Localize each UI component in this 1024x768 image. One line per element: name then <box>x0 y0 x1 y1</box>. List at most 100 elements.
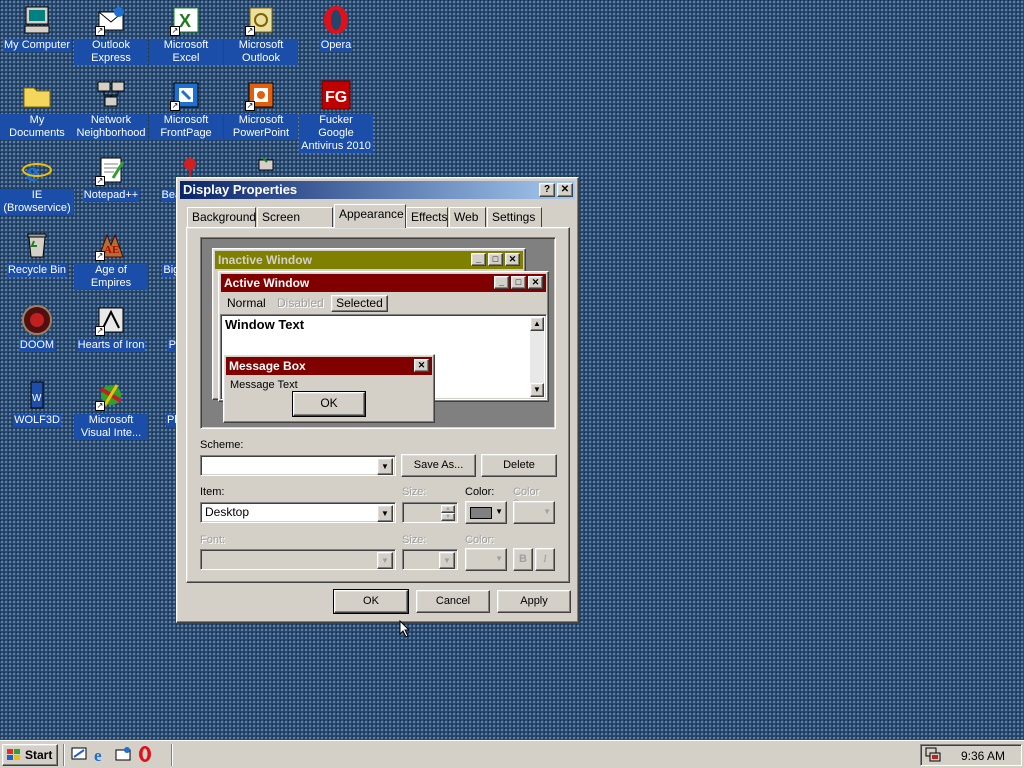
desktop-icon-outlook[interactable]: ↗ Microsoft Outlook <box>224 4 298 65</box>
tab-label: Web <box>454 210 479 224</box>
color-swatch <box>470 507 492 519</box>
close-button[interactable]: ✕ <box>557 183 573 197</box>
spin-down-icon: ▼ <box>441 513 455 521</box>
desktop-icon-network-neighborhood[interactable]: Network Neighborhood <box>74 79 148 140</box>
desktop-icon-visual-interdev[interactable]: ↗ Microsoft Visual Inte... <box>74 379 148 440</box>
hearts-of-iron-icon: ↗ <box>95 304 127 336</box>
taskbar-separator <box>63 744 65 766</box>
chevron-down-icon: ▼ <box>495 554 503 563</box>
icon-label: Microsoft Excel <box>149 39 223 65</box>
icon-label: Outlook Express <box>74 39 148 65</box>
help-icon: ? <box>543 184 551 195</box>
chevron-down-icon[interactable]: ▼ <box>377 458 393 475</box>
svg-text:AE: AE <box>104 244 119 256</box>
desktop-icon-powerpoint[interactable]: ↗ Microsoft PowerPoint <box>224 79 298 140</box>
desktop-icon-my-computer[interactable]: My Computer <box>0 4 74 52</box>
system-tray: 9:36 AM <box>920 744 1022 766</box>
internet-explorer-icon[interactable]: e <box>92 745 110 765</box>
chevron-down-icon[interactable]: ▼ <box>377 505 393 522</box>
icon-label: Network Neighborhood <box>74 114 148 140</box>
icon-label: My Documents <box>0 114 74 140</box>
save-as-button[interactable]: Save As... <box>401 454 476 477</box>
item-color-picker[interactable]: ▼ <box>465 501 507 524</box>
desktop-icon-notepadpp[interactable]: ↗ Notepad++ <box>74 154 148 202</box>
start-button[interactable]: Start <box>2 744 58 766</box>
chevron-down-icon: ▼ <box>495 507 503 516</box>
scheme-label: Scheme: <box>200 439 244 451</box>
svg-text:X: X <box>179 11 191 31</box>
close-icon: ✕ <box>528 276 543 289</box>
desktop-icon-recycle-bin[interactable]: Recycle Bin <box>0 229 74 277</box>
icon-label: Microsoft Visual Inte... <box>74 414 148 440</box>
chevron-down-icon: ▼ <box>377 552 393 569</box>
item-size-label: Size: <box>402 486 427 498</box>
ok-button[interactable]: OK <box>333 589 409 614</box>
desktop-icon-frontpage[interactable]: ↗ Microsoft FrontPage <box>149 79 223 140</box>
tab-label: Background <box>192 210 257 224</box>
icon-label: Fucker Google Antivirus 2010 <box>299 114 373 153</box>
apply-button[interactable]: Apply <box>497 590 571 613</box>
outlook-express-icon: ↗ <box>95 4 127 36</box>
preview-active-title: Active Window _ □ ✕ <box>221 274 546 292</box>
tab-effects[interactable]: Effects <box>406 207 448 227</box>
font-size-dropdown: ▼ <box>402 549 458 570</box>
item-dropdown[interactable]: Desktop ▼ <box>200 502 396 523</box>
delete-button[interactable]: Delete <box>481 454 557 477</box>
close-icon: ✕ <box>505 253 520 266</box>
svg-text:FG: FG <box>325 89 347 106</box>
icon-label: My Computer <box>2 39 72 52</box>
opera-icon[interactable] <box>136 745 154 763</box>
message-text: Message Text <box>230 379 298 391</box>
desktop-icon-outlook-express[interactable]: ↗ Outlook Express <box>74 4 148 65</box>
icon-label: Microsoft Outlook <box>224 39 298 65</box>
clock[interactable]: 9:36 AM <box>961 749 1005 763</box>
item-size-spinner: ▲ ▼ <box>402 502 458 523</box>
desktop-icon-age-of-empires[interactable]: AE ↗ Age of Empires <box>74 229 148 290</box>
appearance-preview: Inactive Window _ □ ✕ Active Window _ □ … <box>200 237 556 429</box>
icon-label: IE (Browservice) <box>0 189 74 215</box>
title-bar[interactable]: Display Properties ? ✕ <box>180 181 575 199</box>
age-of-empires-icon: AE ↗ <box>95 229 127 261</box>
spin-up-icon: ▲ <box>441 505 455 513</box>
taskbar: Start e 9:36 AM <box>0 740 1024 768</box>
taskbar-separator <box>171 744 173 766</box>
computer-icon <box>21 4 53 36</box>
item-label: Item: <box>200 486 225 498</box>
desktop-icon-hearts-of-iron[interactable]: ↗ Hearts of Iron <box>74 304 148 352</box>
font-color-label: Color: <box>465 534 495 546</box>
icon-label: Microsoft PowerPoint <box>224 114 298 140</box>
preview-message-box: Message Box ✕ Message Text OK <box>223 354 435 423</box>
desktop-icon-antivirus[interactable]: FG Fucker Google Antivirus 2010 <box>299 79 373 153</box>
tab-web[interactable]: Web <box>449 207 486 227</box>
font-size-label: Size: <box>402 534 427 546</box>
scroll-up-icon: ▲ <box>530 317 544 331</box>
tab-settings[interactable]: Settings <box>487 207 542 227</box>
opera-icon <box>320 4 352 36</box>
icon-label: Recycle Bin <box>6 264 68 277</box>
outlook-express-icon[interactable] <box>114 745 132 763</box>
help-button[interactable]: ? <box>539 183 555 197</box>
minimize-icon: _ <box>471 253 486 266</box>
scheme-dropdown[interactable]: ▼ <box>200 455 396 476</box>
desktop-icon-excel[interactable]: X ↗ Microsoft Excel <box>149 4 223 65</box>
menu-selected: Selected <box>331 295 388 312</box>
tab-appearance[interactable]: Appearance <box>334 204 406 228</box>
display-settings-icon[interactable] <box>925 747 941 763</box>
icon-label: Hearts of Iron <box>76 339 146 352</box>
desktop-icon-opera[interactable]: Opera <box>299 4 373 52</box>
desktop-icon-my-documents[interactable]: My Documents <box>0 79 74 140</box>
antivirus-icon: FG <box>320 79 352 111</box>
cancel-button[interactable]: Cancel <box>416 590 490 613</box>
close-icon: ✕ <box>414 359 429 372</box>
frontpage-icon: ↗ <box>170 79 202 111</box>
desktop-icon-ie[interactable]: e IE (Browservice) <box>0 154 74 215</box>
tab-label: Effects <box>411 210 448 224</box>
show-desktop-icon[interactable] <box>70 745 88 763</box>
quick-launch: e <box>70 745 154 765</box>
tab-background[interactable]: Background <box>187 207 256 227</box>
message-box-ok: OK <box>292 391 366 417</box>
desktop-icon-wolf3d[interactable]: W WOLF3D <box>0 379 74 427</box>
desktop-icon-doom[interactable]: DOOM <box>0 304 74 352</box>
svg-text:W: W <box>32 393 42 404</box>
tab-screen-saver[interactable]: Screen Saver <box>257 207 333 242</box>
